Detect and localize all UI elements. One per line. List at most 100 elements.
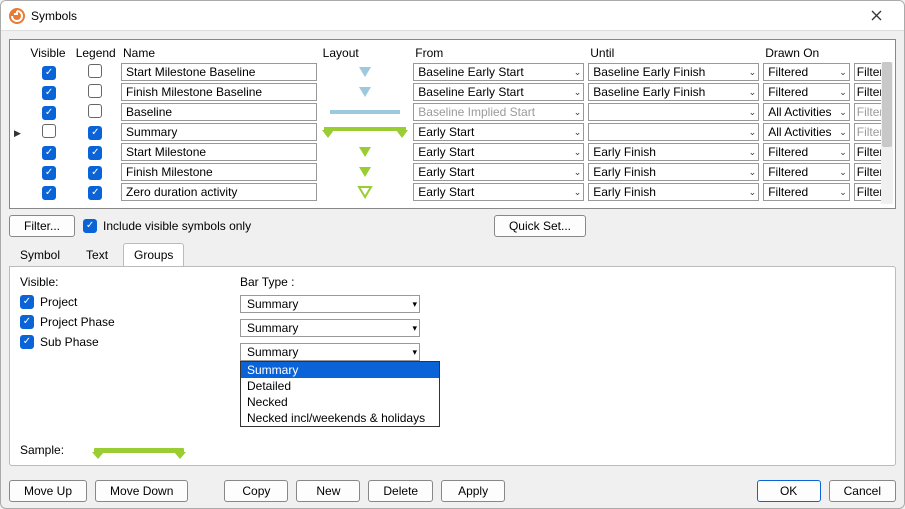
- from-select[interactable]: Early Start⌄: [413, 143, 584, 161]
- ok-button[interactable]: OK: [757, 480, 821, 502]
- chevron-down-icon: ⌄: [574, 167, 582, 178]
- from-select[interactable]: Early Start⌄: [413, 123, 584, 141]
- visible-project-checkbox[interactable]: [20, 295, 34, 309]
- delete-button[interactable]: Delete: [368, 480, 433, 502]
- visible-checkbox[interactable]: [42, 186, 56, 200]
- layout-shape[interactable]: [321, 163, 410, 181]
- layout-shape[interactable]: [321, 83, 410, 101]
- new-button[interactable]: New: [296, 480, 360, 502]
- dropdown-option[interactable]: Necked incl/weekends & holidays: [241, 410, 439, 426]
- row-indicator: [14, 104, 24, 118]
- dropdown-option[interactable]: Detailed: [241, 378, 439, 394]
- drawn-on-select[interactable]: All Activities⌄: [763, 123, 850, 141]
- bar-type-dropdown: Summary Detailed Necked Necked incl/week…: [240, 361, 440, 427]
- drawn-on-select[interactable]: Filtered⌄: [763, 83, 850, 101]
- header-from[interactable]: From: [411, 44, 586, 62]
- row-indicator: [14, 64, 24, 78]
- drawn-on-select[interactable]: All Activities⌄: [763, 103, 850, 121]
- drawn-on-select[interactable]: Filtered⌄: [763, 143, 850, 161]
- legend-checkbox[interactable]: [88, 64, 102, 78]
- until-select[interactable]: Early Finish⌄: [588, 143, 759, 161]
- visible-project-label: Project: [40, 295, 77, 309]
- header-legend[interactable]: Legend: [72, 44, 119, 62]
- header-name[interactable]: Name: [119, 44, 319, 62]
- name-cell[interactable]: Finish Milestone: [121, 163, 317, 181]
- layout-shape[interactable]: [321, 143, 410, 161]
- layout-shape[interactable]: [321, 123, 410, 141]
- tab-symbol[interactable]: Symbol: [9, 243, 71, 266]
- visible-checkbox[interactable]: [42, 66, 56, 80]
- visible-project-phase-checkbox[interactable]: [20, 315, 34, 329]
- layout-shape[interactable]: [321, 63, 410, 81]
- chevron-down-icon: ⌄: [749, 187, 757, 198]
- copy-button[interactable]: Copy: [224, 480, 288, 502]
- from-select[interactable]: Baseline Early Start⌄: [413, 83, 584, 101]
- move-down-button[interactable]: Move Down: [95, 480, 188, 502]
- layout-shape[interactable]: [321, 183, 410, 201]
- until-select[interactable]: Early Finish⌄: [588, 183, 759, 201]
- row-indicator: [14, 84, 24, 98]
- visible-sub-phase-checkbox[interactable]: [20, 335, 34, 349]
- legend-checkbox[interactable]: [88, 126, 102, 140]
- tab-text[interactable]: Text: [75, 243, 119, 266]
- legend-checkbox[interactable]: [88, 84, 102, 98]
- grid-scrollbar[interactable]: [881, 62, 893, 204]
- legend-checkbox[interactable]: [88, 166, 102, 180]
- dialog-footer: Move Up Move Down Copy New Delete Apply …: [1, 474, 904, 508]
- tab-groups[interactable]: Groups: [123, 243, 184, 266]
- from-select[interactable]: Baseline Implied Start⌄: [413, 103, 584, 121]
- header-visible[interactable]: Visible: [26, 44, 71, 62]
- bar-type-sub-phase-select[interactable]: Summary▾: [240, 343, 420, 361]
- table-row[interactable]: Baseline Baseline Implied Start⌄⌄All Acti…: [12, 102, 893, 122]
- visible-checkbox[interactable]: [42, 106, 56, 120]
- chevron-down-icon: ⌄: [839, 187, 847, 198]
- table-row[interactable]: Start Milestone Early Start⌄Early Finish⌄…: [12, 142, 893, 162]
- bar-type-project-phase-select[interactable]: Summary▾: [240, 319, 420, 337]
- header-layout[interactable]: Layout: [319, 44, 412, 62]
- layout-shape[interactable]: [321, 103, 410, 121]
- header-drawn[interactable]: Drawn On: [761, 44, 852, 62]
- chevron-down-icon: ⌄: [839, 147, 847, 158]
- legend-checkbox[interactable]: [88, 186, 102, 200]
- visible-checkbox[interactable]: [42, 86, 56, 100]
- table-row[interactable]: Start Milestone Baseline Baseline Early S…: [12, 62, 893, 82]
- visible-checkbox[interactable]: [42, 166, 56, 180]
- name-cell[interactable]: Summary: [121, 123, 317, 141]
- table-row[interactable]: Zero duration activity Early Start⌄Early …: [12, 182, 893, 202]
- until-select[interactable]: Baseline Early Finish⌄: [588, 63, 759, 81]
- name-cell[interactable]: Finish Milestone Baseline: [121, 83, 317, 101]
- drawn-on-select[interactable]: Filtered⌄: [763, 63, 850, 81]
- drawn-on-select[interactable]: Filtered⌄: [763, 163, 850, 181]
- table-row[interactable]: Finish Milestone Baseline Baseline Early …: [12, 82, 893, 102]
- name-cell[interactable]: Baseline: [121, 103, 317, 121]
- include-visible-checkbox[interactable]: [83, 219, 97, 233]
- visible-checkbox[interactable]: [42, 124, 56, 138]
- until-select[interactable]: Baseline Early Finish⌄: [588, 83, 759, 101]
- close-button[interactable]: [856, 2, 896, 30]
- until-select[interactable]: ⌄: [588, 123, 759, 141]
- apply-button[interactable]: Apply: [441, 480, 505, 502]
- legend-checkbox[interactable]: [88, 104, 102, 118]
- table-row[interactable]: Finish Milestone Early Start⌄Early Finish…: [12, 162, 893, 182]
- header-until[interactable]: Until: [586, 44, 761, 62]
- name-cell[interactable]: Start Milestone Baseline: [121, 63, 317, 81]
- drawn-on-select[interactable]: Filtered⌄: [763, 183, 850, 201]
- from-select[interactable]: Early Start⌄: [413, 183, 584, 201]
- from-select[interactable]: Baseline Early Start⌄: [413, 63, 584, 81]
- include-visible-label: Include visible symbols only: [103, 219, 251, 233]
- name-cell[interactable]: Start Milestone: [121, 143, 317, 161]
- quick-set-button[interactable]: Quick Set...: [494, 215, 586, 237]
- bar-type-project-select[interactable]: Summary▾: [240, 295, 420, 313]
- legend-checkbox[interactable]: [88, 146, 102, 160]
- filter-button[interactable]: Filter...: [9, 215, 75, 237]
- cancel-button[interactable]: Cancel: [829, 480, 896, 502]
- until-select[interactable]: Early Finish⌄: [588, 163, 759, 181]
- dropdown-option[interactable]: Necked: [241, 394, 439, 410]
- dropdown-option[interactable]: Summary: [241, 362, 439, 378]
- move-up-button[interactable]: Move Up: [9, 480, 87, 502]
- table-row[interactable]: SummaryEarly Start⌄⌄All Activities⌄Filte…: [12, 122, 893, 142]
- name-cell[interactable]: Zero duration activity: [121, 183, 317, 201]
- from-select[interactable]: Early Start⌄: [413, 163, 584, 181]
- until-select[interactable]: ⌄: [588, 103, 759, 121]
- visible-checkbox[interactable]: [42, 146, 56, 160]
